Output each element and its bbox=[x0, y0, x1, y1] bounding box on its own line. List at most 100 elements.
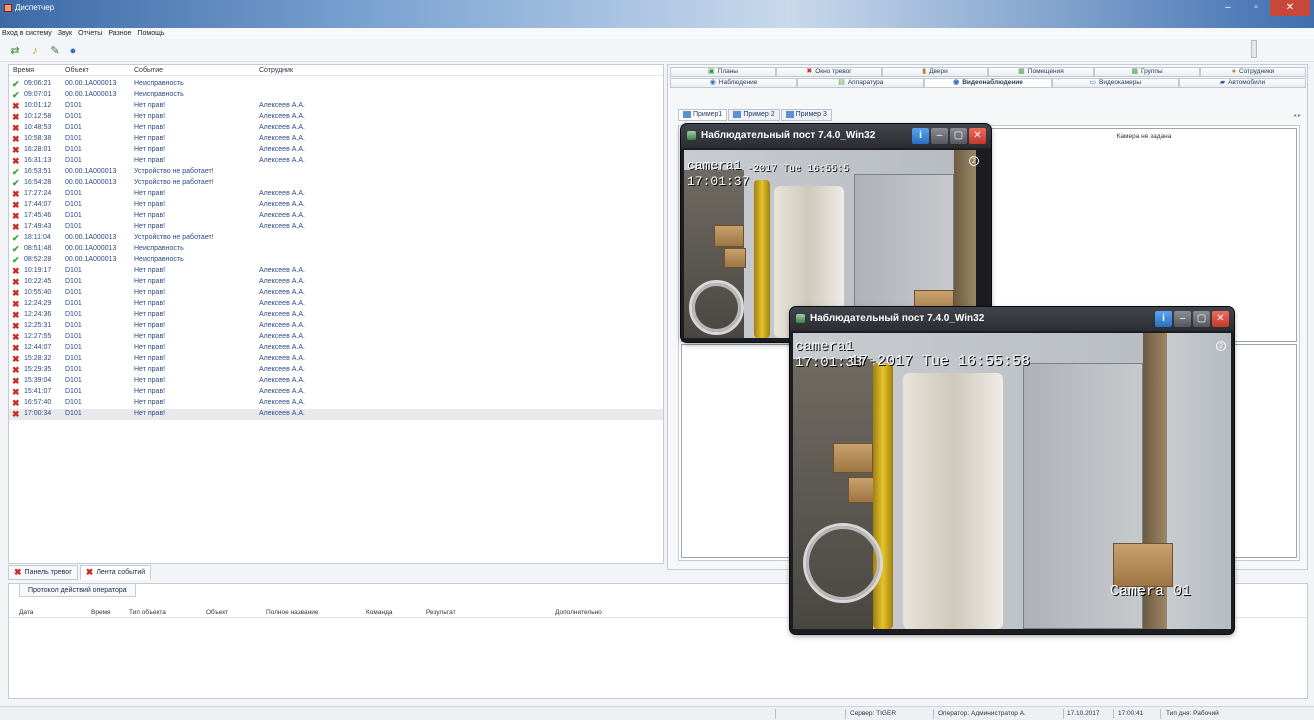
event-row[interactable]: ✖ 12:44:07 D101 Нет прав! Алексеев А.А. bbox=[9, 343, 663, 354]
close-icon[interactable]: ✕ bbox=[969, 128, 986, 144]
event-row[interactable]: ✖ 15:29:35 D101 Нет прав! Алексеев А.А. bbox=[9, 365, 663, 376]
event-row[interactable]: ✖ 16:57:40 D101 Нет прав! Алексеев А.А. bbox=[9, 398, 663, 409]
menu-misc[interactable]: Разное bbox=[108, 28, 131, 39]
minimize-icon[interactable]: – bbox=[931, 128, 948, 144]
tab-scroll-arrows[interactable]: ◂ ▸ bbox=[1293, 112, 1301, 119]
video-window-2-titlebar[interactable]: Наблюдательный пост 7.4.0_Win32 i – ▢ ✕ bbox=[790, 307, 1234, 331]
tab-rooms[interactable]: ▦ Помещения bbox=[988, 67, 1094, 77]
maximize-icon[interactable]: ▫ bbox=[1242, 0, 1270, 16]
reports-icon[interactable]: ✎ bbox=[48, 44, 62, 58]
event-row[interactable]: ✖ 17:45:46 D101 Нет прав! Алексеев А.А. bbox=[9, 211, 663, 222]
col-employee[interactable]: Сотрудник bbox=[259, 67, 293, 74]
cross-icon: ✖ bbox=[12, 409, 20, 419]
pcol-date[interactable]: Дата bbox=[19, 609, 33, 616]
event-row[interactable]: ✖ 15:28:32 D101 Нет прав! Алексеев А.А. bbox=[9, 354, 663, 365]
login-icon[interactable]: ⇄ bbox=[8, 44, 22, 58]
event-row[interactable]: ✖ 12:25:31 D101 Нет прав! Алексеев А.А. bbox=[9, 321, 663, 332]
tab-doors[interactable]: ▮ Двери bbox=[882, 67, 988, 77]
pcol-fullname[interactable]: Полное название bbox=[266, 609, 319, 616]
tab-observation[interactable]: ◉ Наблюдение bbox=[670, 78, 798, 88]
event-row[interactable]: ✖ 10:48:53 D101 Нет прав! Алексеев А.А. bbox=[9, 123, 663, 134]
event-row[interactable]: ✖ 10:58:38 D101 Нет прав! Алексеев А.А. bbox=[9, 134, 663, 145]
tab-cars[interactable]: ▰ Автомобили bbox=[1178, 78, 1307, 88]
event-row[interactable]: ✖ 15:41:07 D101 Нет прав! Алексеев А.А. bbox=[9, 387, 663, 398]
event-row[interactable]: ✖ 17:49:43 D101 Нет прав! Алексеев А.А. bbox=[9, 222, 663, 233]
menu-help[interactable]: Помощь bbox=[137, 28, 164, 39]
pcol-result[interactable]: Результат bbox=[426, 609, 456, 616]
tabs-row-1: ▣ Планы ✖ Окно тревог ▮ Двери ▦ Помещения ▦ Г… bbox=[670, 67, 1306, 77]
tab-alarm-window[interactable]: ✖ Окно тревог bbox=[776, 67, 882, 77]
pcol-time[interactable]: Время bbox=[91, 609, 111, 616]
tab-protocol[interactable]: Протокол действий оператора bbox=[19, 583, 136, 597]
pcol-objtype[interactable]: Тип объекта bbox=[129, 609, 166, 616]
event-row[interactable]: ✔ 16:53:51 00.00.1A000013 Устройство не раб… bbox=[9, 167, 663, 178]
tab-video-surveillance[interactable]: ◉ Видеонаблюдение bbox=[924, 78, 1052, 88]
pcol-command[interactable]: Команда bbox=[366, 609, 392, 616]
tab-plans[interactable]: ▣ Планы bbox=[670, 67, 776, 77]
tab-hardware[interactable]: ▤ Аппаратура bbox=[797, 78, 925, 88]
event-row[interactable]: ✖ 17:27:24 D101 Нет прав! Алексеев А.А. bbox=[9, 189, 663, 200]
event-row[interactable]: ✖ 17:44:07 D101 Нет прав! Алексеев А.А. bbox=[9, 200, 663, 211]
minimize-icon[interactable]: – bbox=[1214, 0, 1242, 16]
event-time: 10:55:40 bbox=[24, 289, 52, 296]
sound-icon[interactable]: ♪ bbox=[28, 44, 42, 58]
event-row[interactable]: ✖ 10:01:12 D101 Нет прав! Алексеев А.А. bbox=[9, 101, 663, 112]
tab-alarm-panel[interactable]: ✖ Панель тревог bbox=[8, 565, 78, 580]
tab-groups[interactable]: ▦ Группы bbox=[1094, 67, 1200, 77]
event-row[interactable]: ✖ 10:12:58 D101 Нет прав! Алексеев А.А. bbox=[9, 112, 663, 123]
menu-reports[interactable]: Отчеты bbox=[78, 28, 102, 39]
tab-alarm-panel-label: Панель тревог bbox=[24, 569, 72, 576]
close-icon[interactable]: ✕ bbox=[1212, 311, 1229, 327]
menu-sound[interactable]: Звук bbox=[58, 28, 72, 39]
check-icon: ✔ bbox=[12, 79, 20, 89]
event-time: 09:06:21 bbox=[24, 80, 52, 87]
event-row[interactable]: ✔ 18:11:04 00.00.1A000013 Устройство не раб… bbox=[9, 233, 663, 244]
event-row[interactable]: ✖ 12:24:36 D101 Нет прав! Алексеев А.А. bbox=[9, 310, 663, 321]
event-row[interactable]: ✖ 17:00:34 D101 Нет прав! Алексеев А.А. bbox=[9, 409, 663, 420]
event-row[interactable]: ✖ 15:39:04 D101 Нет прав! Алексеев А.А. bbox=[9, 376, 663, 387]
event-row[interactable]: ✔ 08:52:28 00.00.1A000013 Неисправность bbox=[9, 255, 663, 266]
tab-rooms-label: Помещения bbox=[1027, 68, 1064, 75]
tab-employees[interactable]: ● Сотрудники bbox=[1200, 67, 1306, 77]
col-event[interactable]: Событие bbox=[134, 67, 163, 74]
event-row[interactable]: ✔ 09:07:01 00.00.1A000013 Неисправность bbox=[9, 90, 663, 101]
status-day-type: Тип дня: Рабочий bbox=[1166, 710, 1219, 717]
event-row[interactable]: ✔ 16:54:28 00.00.1A000013 Устройство не раб… bbox=[9, 178, 663, 189]
event-row[interactable]: ✔ 08:51:48 00.00.1A000013 Неисправность bbox=[9, 244, 663, 255]
tab-layout-3-label: Пример 3 bbox=[795, 111, 827, 118]
maximize-icon[interactable]: ▢ bbox=[1193, 311, 1210, 327]
event-name: Неисправность bbox=[134, 91, 184, 98]
event-row[interactable]: ✖ 10:19:17 D101 Нет прав! Алексеев А.А. bbox=[9, 266, 663, 277]
video-window-2[interactable]: Наблюдательный пост 7.4.0_Win32 i – ▢ ✕ … bbox=[790, 307, 1234, 634]
help-icon[interactable]: ● bbox=[66, 44, 80, 58]
info-icon[interactable]: i bbox=[912, 128, 929, 144]
event-row[interactable]: ✔ 09:06:21 00.00.1A000013 Неисправность bbox=[9, 79, 663, 90]
event-row[interactable]: ✖ 12:27:55 D101 Нет прав! Алексеев А.А. bbox=[9, 332, 663, 343]
tab-layout-3[interactable]: Пример 3 bbox=[780, 109, 832, 121]
tab-layout-1[interactable]: Пример1 bbox=[678, 109, 728, 121]
event-time: 16:53:51 bbox=[24, 168, 52, 175]
menu-login[interactable]: Вход в систему bbox=[2, 28, 52, 39]
pcol-extra[interactable]: Дополнительно bbox=[555, 609, 602, 616]
event-row[interactable]: ✖ 16:28:01 D101 Нет прав! Алексеев А.А. bbox=[9, 145, 663, 156]
tab-event-feed[interactable]: ✖ Лента событий bbox=[79, 565, 152, 580]
event-row[interactable]: ✖ 10:22:45 D101 Нет прав! Алексеев А.А. bbox=[9, 277, 663, 288]
tab-cameras[interactable]: ▭ Видеокамеры bbox=[1051, 78, 1179, 88]
window-controls: – ▫ ✕ bbox=[1214, 0, 1310, 16]
camera-not-set-label: Камера не задана bbox=[1116, 133, 1172, 140]
event-row[interactable]: ✖ 16:31:13 D101 Нет прав! Алексеев А.А. bbox=[9, 156, 663, 167]
tab-layout-2[interactable]: Пример 2 bbox=[728, 109, 780, 121]
event-row[interactable]: ✖ 12:24:29 D101 Нет прав! Алексеев А.А. bbox=[9, 299, 663, 310]
maximize-icon[interactable]: ▢ bbox=[950, 128, 967, 144]
close-icon[interactable]: ✕ bbox=[1270, 0, 1310, 16]
event-row[interactable]: ✖ 10:55:40 D101 Нет прав! Алексеев А.А. bbox=[9, 288, 663, 299]
toolbar-scroll[interactable] bbox=[1251, 40, 1257, 58]
info-icon[interactable]: i bbox=[1155, 311, 1172, 327]
minimize-icon[interactable]: – bbox=[1174, 311, 1191, 327]
video-window-1-titlebar[interactable]: Наблюдательный пост 7.4.0_Win32 i – ▢ ✕ bbox=[681, 124, 991, 148]
eye-icon: ◉ bbox=[709, 79, 716, 86]
col-object[interactable]: Объект bbox=[65, 67, 89, 74]
col-time[interactable]: Время bbox=[13, 67, 34, 74]
tab-cars-label: Автомобили bbox=[1228, 79, 1266, 86]
pcol-object[interactable]: Объект bbox=[206, 609, 228, 616]
